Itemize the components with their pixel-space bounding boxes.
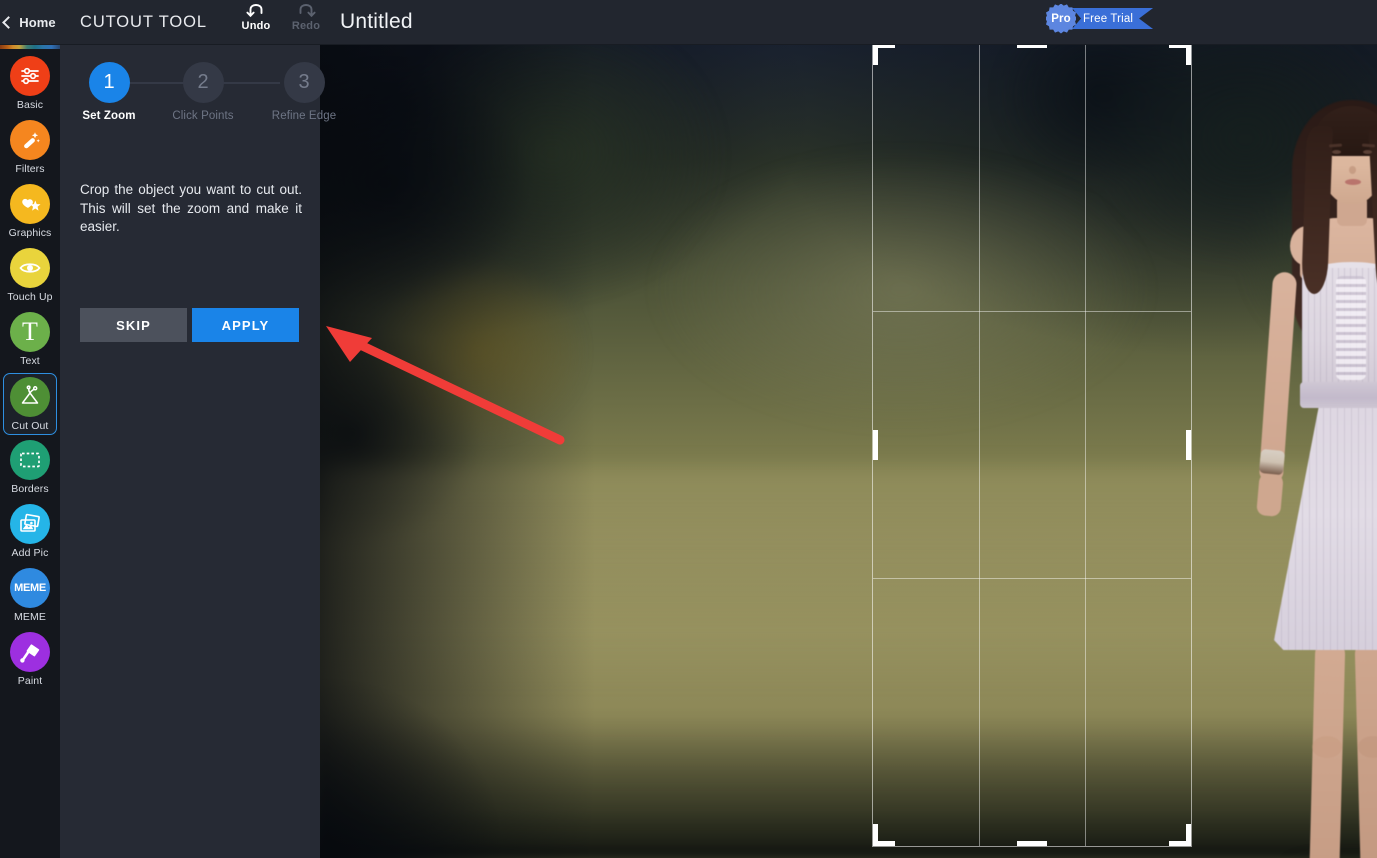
step-number: 1 [88,62,130,103]
magic-wand-icon [10,120,50,160]
photos-icon [10,504,50,544]
undo-redo-group: Undo Redo [238,2,324,32]
subject-nose [1349,166,1356,174]
sidebar-item-touch-up[interactable]: Touch Up [3,245,57,307]
sidebar-item-label: Cut Out [11,420,49,432]
step-indicator: 1 Set Zoom 2 Click Points 3 Refine Edge [60,45,336,155]
sidebar-item-label: Graphics [8,227,52,239]
photo-image [320,45,1377,858]
home-button-label: Home [19,14,56,30]
brush-icon [10,632,50,672]
heart-star-icon [10,184,50,224]
subject-dress-ruffle [1336,276,1366,380]
top-toolbar: Home CUTOUT TOOL Undo Redo Untitled Pro … [0,0,1377,45]
meme-icon: MEME [10,568,50,608]
apply-button[interactable]: APPLY [192,308,299,342]
sidebar-item-cut-out[interactable]: Cut Out [3,373,57,435]
undo-button[interactable]: Undo [238,2,274,32]
photo-haze [552,77,1251,501]
sidebar-item-graphics[interactable]: Graphics [3,181,57,243]
sliders-icon [10,56,50,96]
subject-lips [1345,179,1361,185]
step-label: Set Zoom [82,110,136,122]
subject-knee-left [1312,736,1342,758]
redo-icon [299,4,316,18]
sidebar-item-label: Filters [15,163,45,175]
sidebar-item-label: MEME [14,611,46,623]
tool-name-title: CUTOUT TOOL [80,12,207,31]
instruction-text: Crop the object you want to cut out. Thi… [80,182,302,234]
undo-label: Undo [241,20,271,32]
sidebar-item-label: Paint [17,675,43,687]
sidebar-item-label: Borders [11,483,49,495]
sidebar-item-paint[interactable]: Paint [3,629,57,691]
tools-sidebar: Basic Filters Graphics Touch Up T Text C… [0,45,60,858]
scissors-icon [10,377,50,417]
free-trial-label: Free Trial [1083,12,1134,25]
pro-label: Pro [1051,12,1071,25]
photo-vignette-corner [320,549,680,858]
subject-hand-left [1256,471,1284,517]
skip-button[interactable]: SKIP [80,308,187,342]
eye-icon [10,248,50,288]
step-label: Click Points [172,110,234,122]
undo-icon [246,4,263,18]
image-canvas[interactable] [320,45,1377,858]
sidebar-item-label: Text [20,355,40,367]
sidebar-item-basic[interactable]: Basic [3,53,57,115]
panel-action-buttons: SKIP APPLY [80,308,299,342]
sidebar-item-filters[interactable]: Filters [3,117,57,179]
subject-eye-left [1332,150,1341,154]
chevron-left-icon [2,15,16,29]
sidebar-item-add-pic[interactable]: Add Pic [3,501,57,563]
step-3-refine-edge[interactable]: 3 Refine Edge [267,62,341,122]
step-1-set-zoom[interactable]: 1 Set Zoom [72,62,146,122]
photo-subject-woman [1256,100,1377,858]
sidebar-item-label: Touch Up [7,291,53,303]
free-trial-ribbon: Free Trial [1072,8,1154,29]
frame-icon [10,440,50,480]
pro-free-trial-badge[interactable]: Pro Free Trial [1046,3,1154,34]
step-number: 2 [182,62,224,103]
redo-label: Redo [291,20,321,32]
sidebar-item-label: Basic [16,99,44,111]
sidebar-item-text[interactable]: T Text [3,309,57,371]
letter-t-icon: T [10,312,50,352]
sidebar-color-strip [0,45,60,49]
subject-wristwatch [1258,448,1286,476]
pro-starburst-icon: Pro [1046,3,1076,34]
cutout-tool-app: Basic Filters Graphics Touch Up T Text C… [0,0,1377,858]
sidebar-item-label: Add Pic [11,547,49,559]
document-title[interactable]: Untitled [340,0,413,44]
redo-button[interactable]: Redo [288,2,324,32]
sidebar-item-borders[interactable]: Borders [3,437,57,499]
sidebar-item-meme[interactable]: MEME MEME [3,565,57,627]
home-button[interactable]: Home [0,0,60,44]
step-label: Refine Edge [271,110,337,122]
subject-eye-right [1363,150,1372,154]
subject-dress-waistband [1300,382,1377,408]
step-number: 3 [283,62,325,103]
step-2-click-points[interactable]: 2 Click Points [166,62,240,122]
tool-options-panel: 1 Set Zoom 2 Click Points 3 Refine Edge … [60,45,336,858]
